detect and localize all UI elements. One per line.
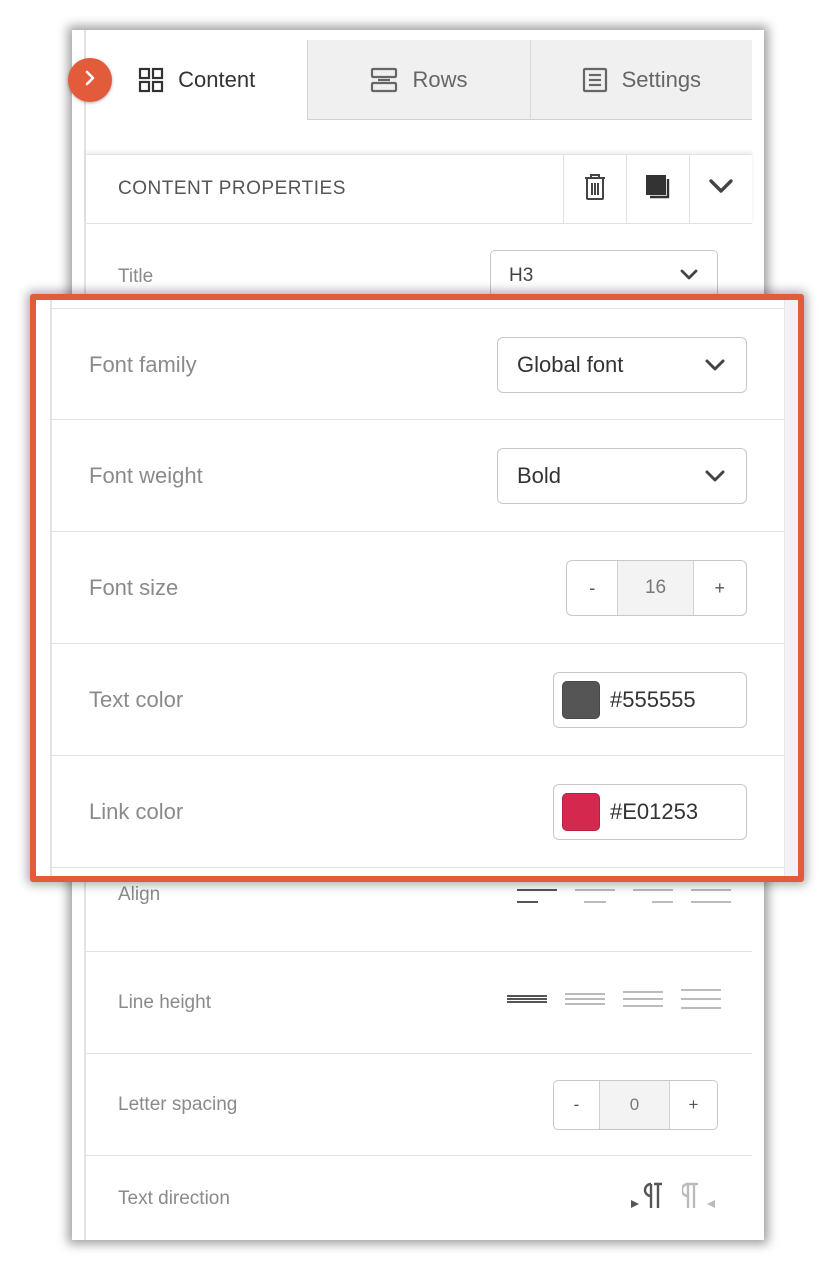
delete-button[interactable] <box>563 154 626 224</box>
line-height-loose-icon[interactable] <box>680 988 722 1012</box>
font-weight-select[interactable]: Bold <box>497 448 747 504</box>
tab-settings[interactable]: Settings <box>529 40 752 120</box>
chevron-down-icon <box>704 463 726 489</box>
line-height-row: Line height <box>86 952 752 1054</box>
collapse-properties-button[interactable] <box>689 154 752 224</box>
font-family-select-value: Global font <box>517 352 624 377</box>
text-direction-options <box>630 1180 716 1217</box>
text-color-field[interactable]: #555555 <box>553 672 747 728</box>
align-left-icon[interactable] <box>516 888 558 906</box>
title-select-value: H3 <box>509 265 534 286</box>
rtl-direction-icon[interactable] <box>680 1180 716 1217</box>
font-size-row: Font size - 16 + <box>52 532 784 644</box>
align-right-icon[interactable] <box>632 888 674 906</box>
chevron-down-icon <box>708 178 734 201</box>
link-color-row: Link color #E01253 <box>52 756 784 868</box>
font-size-stepper: - 16 + <box>566 560 747 616</box>
font-size-decrement-button[interactable]: - <box>567 561 617 615</box>
rows-icon <box>370 67 398 93</box>
chevron-down-icon <box>679 265 699 287</box>
line-height-normal-icon[interactable] <box>564 988 606 1012</box>
font-weight-select-value: Bold <box>517 463 562 488</box>
text-color-value: #555555 <box>610 687 696 712</box>
link-color-field[interactable]: #E01253 <box>553 784 747 840</box>
link-color-swatch[interactable] <box>562 793 600 831</box>
grid-icon <box>138 67 164 93</box>
chevron-down-icon <box>704 352 726 378</box>
highlight-scroll-strip <box>784 300 798 876</box>
title-label: Title <box>118 266 154 287</box>
letter-spacing-row: Letter spacing - 0 + <box>86 1054 752 1156</box>
tab-content[interactable]: Content <box>86 40 308 120</box>
font-family-row: Font family Global font <box>52 308 784 420</box>
line-height-options <box>506 988 722 1012</box>
trash-icon <box>583 173 607 206</box>
font-size-value[interactable]: 16 <box>617 561 694 615</box>
font-weight-row: Font weight Bold <box>52 420 784 532</box>
align-justify-icon[interactable] <box>690 888 732 906</box>
content-properties-title: CONTENT PROPERTIES <box>118 178 346 199</box>
text-direction-label: Text direction <box>118 1188 230 1209</box>
letter-spacing-stepper: - 0 + <box>553 1080 718 1130</box>
text-color-label: Text color <box>89 687 184 712</box>
font-family-label: Font family <box>89 352 197 377</box>
font-size-label: Font size <box>89 575 179 600</box>
letter-spacing-label: Letter spacing <box>118 1094 238 1115</box>
font-size-increment-button[interactable]: + <box>694 561 746 615</box>
align-center-icon[interactable] <box>574 888 616 906</box>
line-height-label: Line height <box>118 992 211 1013</box>
chevron-right-icon <box>84 69 96 92</box>
duplicate-button[interactable] <box>626 154 689 224</box>
content-properties-header: CONTENT PROPERTIES <box>86 154 752 224</box>
link-color-value: #E01253 <box>610 799 699 824</box>
letter-spacing-increment-button[interactable]: + <box>670 1081 717 1129</box>
link-color-label: Link color <box>89 799 184 824</box>
align-label: Align <box>118 884 161 905</box>
tab-bar: Content Rows Settings <box>86 40 752 120</box>
letter-spacing-decrement-button[interactable]: - <box>554 1081 599 1129</box>
highlighted-typography-section: Font family Global font Font weight Bold… <box>30 294 804 882</box>
tab-content-label: Content <box>178 67 256 92</box>
text-direction-row: Text direction <box>86 1156 752 1240</box>
tab-settings-label: Settings <box>621 66 702 92</box>
letter-spacing-value[interactable]: 0 <box>599 1081 670 1129</box>
line-height-relaxed-icon[interactable] <box>622 988 664 1012</box>
duplicate-icon <box>644 173 672 206</box>
font-weight-label: Font weight <box>89 463 203 488</box>
ltr-direction-icon[interactable] <box>630 1180 664 1217</box>
collapse-sidebar-button[interactable] <box>68 58 112 102</box>
line-height-tight-icon[interactable] <box>506 988 548 1012</box>
tab-rows-label: Rows <box>412 66 468 92</box>
settings-list-icon <box>582 67 608 93</box>
tab-rows[interactable]: Rows <box>307 40 530 120</box>
text-color-swatch[interactable] <box>562 681 600 719</box>
text-color-row: Text color #555555 <box>52 644 784 756</box>
font-family-select[interactable]: Global font <box>497 337 747 393</box>
align-options <box>516 888 732 906</box>
